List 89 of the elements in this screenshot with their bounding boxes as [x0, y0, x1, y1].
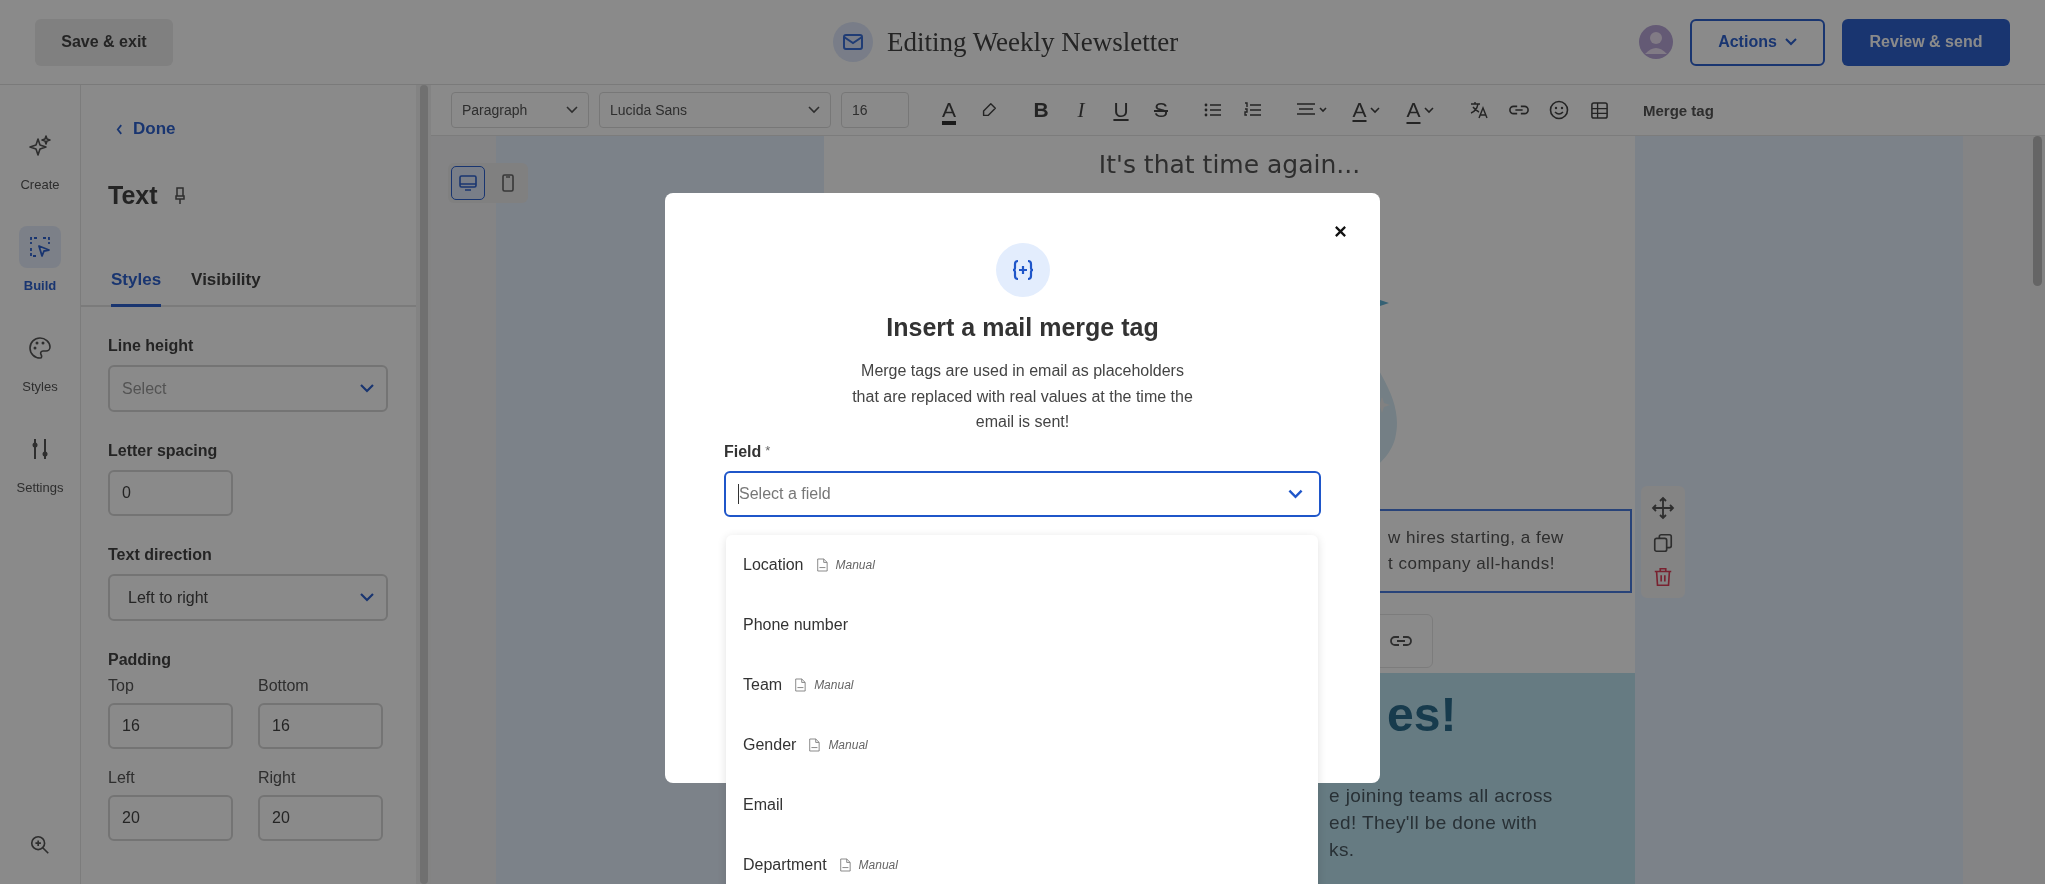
chevron-down-icon — [360, 384, 374, 393]
duplicate-icon[interactable] — [1652, 532, 1674, 554]
review-send-button[interactable]: Review & send — [1842, 18, 2010, 66]
source-tag: Manual — [858, 858, 898, 872]
chevron-down-icon — [808, 106, 820, 114]
eraser-icon — [980, 101, 998, 119]
block-style-select[interactable]: Paragraph — [451, 92, 589, 128]
chevron-left-icon — [116, 123, 123, 135]
csv-file-icon — [838, 858, 851, 872]
section-text: e joining teams all across ed! They'll be done with ks. — [1329, 784, 1553, 862]
csv-file-icon — [815, 558, 828, 572]
field-option[interactable]: Gender Manual — [726, 715, 1318, 775]
field-label: Padding — [108, 651, 172, 669]
rail-item[interactable]: Settings — [16, 428, 64, 495]
strikethrough-button[interactable]: S — [1145, 93, 1177, 127]
text-style-button[interactable]: A — [1343, 93, 1389, 127]
padding-input[interactable]: 16 — [108, 703, 233, 749]
source-tag: Manual — [828, 738, 868, 752]
palette-icon — [28, 336, 52, 360]
dialog-description: Merge tags are used in email as placeholders that are replaced with real values at the time the email is sent! — [852, 361, 1193, 432]
move-icon[interactable] — [1651, 496, 1675, 520]
field-label: Line height — [108, 337, 194, 355]
field-label: Right — [258, 769, 297, 787]
field-label: Bottom — [258, 677, 310, 695]
scrollbar-thumb[interactable] — [2033, 136, 2042, 286]
smiley-icon — [1549, 100, 1569, 120]
chevron-down-icon — [1288, 488, 1303, 499]
panel-tab[interactable]: Styles — [111, 270, 162, 307]
paragraph-text: w hires starting, a few t company all-hands! — [1388, 527, 1564, 575]
source-tag: Manual — [814, 678, 854, 692]
sparkle-icon — [28, 134, 52, 158]
panel-heading: Text — [108, 181, 158, 210]
chevron-down-icon — [566, 106, 578, 114]
pin-icon — [173, 186, 186, 205]
save-exit-button[interactable]: Save & exit — [35, 18, 173, 66]
letter-spacing-input[interactable]: 0 — [108, 470, 233, 516]
field-option[interactable]: Email — [726, 775, 1318, 835]
source-tag: Manual — [835, 558, 875, 572]
field-option[interactable]: Phone number — [726, 595, 1318, 655]
merge-tag-icon — [995, 243, 1050, 297]
field-label: Left — [108, 769, 136, 787]
rail-item[interactable]: Styles — [19, 327, 61, 394]
device-button[interactable] — [451, 166, 485, 200]
field-option[interactable]: Department Manual — [726, 835, 1318, 884]
field-option[interactable]: Team Manual — [726, 655, 1318, 715]
close-icon[interactable] — [1334, 225, 1347, 238]
field-option[interactable]: Location Manual — [726, 535, 1318, 595]
dialog-title: Insert a mail merge tag — [886, 313, 1159, 342]
field-label: Field — [724, 442, 762, 461]
link-icon — [1509, 103, 1529, 117]
envelope-icon — [833, 22, 873, 62]
done-link[interactable]: Done — [116, 119, 416, 139]
text-direction-select[interactable]: Left to right — [108, 574, 388, 621]
padding-input[interactable]: 16 — [258, 703, 383, 749]
padding-input[interactable]: 20 — [108, 795, 233, 841]
required-mark: * — [765, 442, 771, 460]
bold-button[interactable]: B — [1025, 93, 1057, 127]
email-heading: It's that time again... — [1097, 150, 1362, 179]
font-size-input[interactable]: 16 — [841, 92, 909, 128]
field-label: Text direction — [108, 546, 212, 564]
table-icon — [1589, 100, 1609, 120]
rail-item[interactable]: Create — [19, 125, 61, 192]
field-select[interactable]: Select a field — [724, 470, 1321, 517]
translate-icon — [1469, 100, 1489, 120]
field-label: Letter spacing — [108, 442, 218, 460]
zoom-in-icon[interactable] — [29, 834, 51, 856]
field-label: Top — [108, 677, 135, 695]
chevron-down-icon — [1423, 106, 1434, 114]
font-select[interactable]: Lucida Sans — [599, 92, 831, 128]
text-direction-button[interactable]: A — [1397, 93, 1443, 127]
actions-button[interactable]: Actions — [1690, 18, 1825, 66]
csv-file-icon — [794, 678, 807, 692]
section-heading: es! — [1387, 687, 1457, 742]
scrollbar-thumb[interactable] — [419, 85, 428, 884]
csv-file-icon — [808, 738, 821, 752]
delete-icon[interactable] — [1652, 566, 1674, 588]
select-cursor-icon — [28, 235, 52, 259]
panel-tab[interactable]: Visibility — [191, 270, 261, 307]
italic-button[interactable]: I — [1065, 93, 1097, 127]
merge-tag-button[interactable]: Merge tag — [1643, 101, 1714, 119]
link-icon[interactable] — [1390, 634, 1412, 648]
padding-input[interactable]: 20 — [258, 795, 383, 841]
page-title: Editing Weekly Newsletter — [887, 26, 1179, 58]
desktop-icon — [458, 173, 478, 193]
text-color-button[interactable]: A — [933, 93, 965, 127]
chevron-down-icon — [360, 593, 374, 602]
chevron-down-icon — [1784, 38, 1797, 46]
chevron-down-icon — [1369, 106, 1380, 114]
underline-button[interactable]: U — [1105, 93, 1137, 127]
